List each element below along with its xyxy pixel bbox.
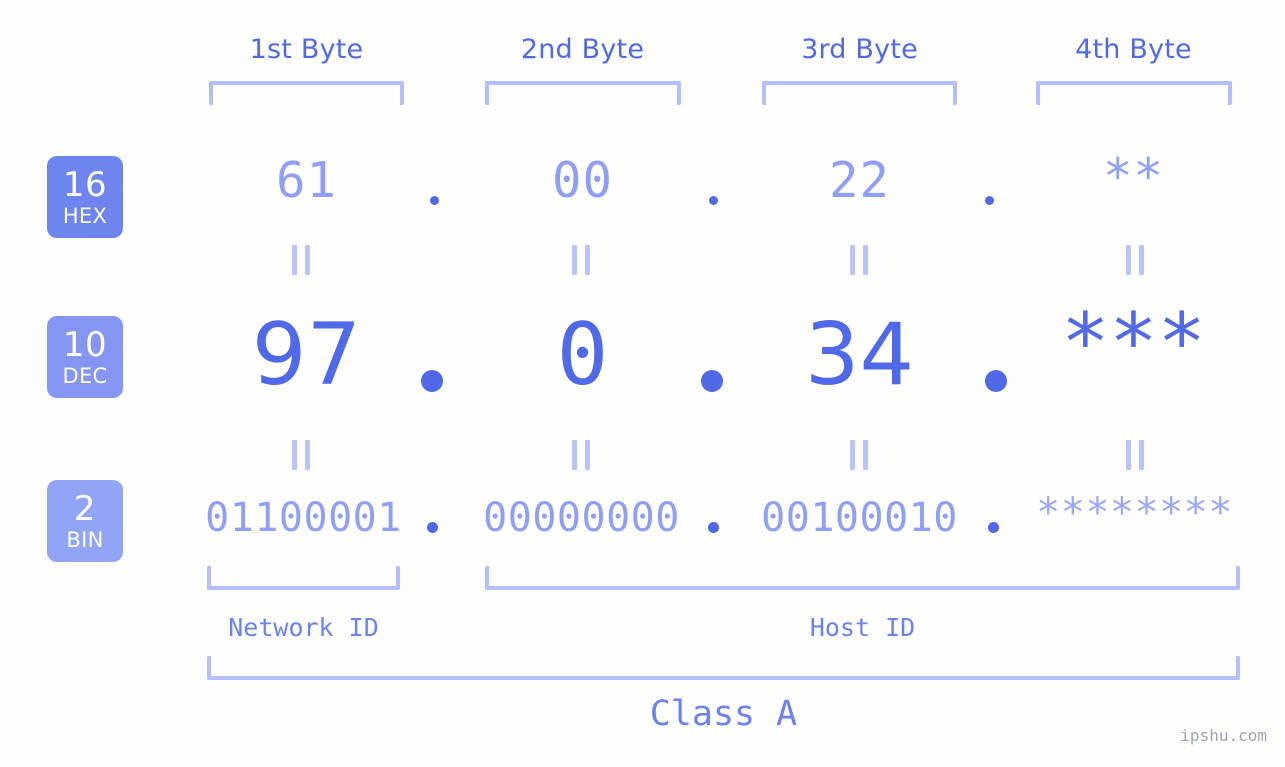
class-label: Class A xyxy=(649,694,798,734)
equivalence-mark-hex-dec-4 xyxy=(1126,245,1144,275)
byte-header-2: 2nd Byte xyxy=(520,34,645,65)
bin-byte-2: 00000000 xyxy=(483,495,680,541)
bin-separator-dot-2 xyxy=(708,522,719,533)
bin-separator-dot-1 xyxy=(427,522,438,533)
hex-byte-1: 61 xyxy=(275,152,337,209)
byte-header-4: 4th Byte xyxy=(1075,34,1192,65)
byte-bracket-4 xyxy=(1036,81,1232,105)
base-badge-dec-label: DEC xyxy=(62,363,108,388)
base-badge-bin-number: 2 xyxy=(73,488,97,529)
equivalence-mark-hex-dec-1 xyxy=(292,245,310,275)
hex-byte-4: ** xyxy=(1102,148,1164,205)
equivalence-mark-hex-dec-3 xyxy=(850,245,868,275)
equivalence-mark-dec-bin-2 xyxy=(572,440,590,470)
base-badge-hex-label: HEX xyxy=(62,203,108,228)
bin-byte-4: ******** xyxy=(1036,490,1233,536)
dec-separator-dot-3 xyxy=(985,370,1007,392)
byte-bracket-3 xyxy=(762,81,957,105)
hex-separator-dot-1 xyxy=(430,196,439,205)
dec-byte-2: 0 xyxy=(556,305,609,405)
hex-byte-3: 22 xyxy=(828,152,890,209)
base-badge-dec: 10 DEC xyxy=(47,316,123,398)
ip-address-breakdown-diagram: 1st Byte 2nd Byte 3rd Byte 4th Byte 16 H… xyxy=(0,0,1285,767)
dec-separator-dot-1 xyxy=(421,370,443,392)
hex-separator-dot-3 xyxy=(985,196,994,205)
equivalence-mark-hex-dec-2 xyxy=(572,245,590,275)
equivalence-mark-dec-bin-3 xyxy=(850,440,868,470)
dec-byte-3: 34 xyxy=(804,305,915,405)
hex-separator-dot-2 xyxy=(709,196,718,205)
base-badge-dec-number: 10 xyxy=(62,324,108,365)
byte-bracket-1 xyxy=(209,81,404,105)
class-bracket xyxy=(207,656,1240,680)
bin-byte-3: 00100010 xyxy=(761,495,958,541)
dec-separator-dot-2 xyxy=(701,370,723,392)
network-id-bracket xyxy=(207,566,400,590)
equivalence-mark-dec-bin-1 xyxy=(292,440,310,470)
host-id-label: Host ID xyxy=(809,613,916,642)
byte-header-1: 1st Byte xyxy=(249,34,364,65)
bin-separator-dot-3 xyxy=(988,522,999,533)
hex-byte-2: 00 xyxy=(551,152,613,209)
byte-bracket-2 xyxy=(485,81,681,105)
dec-byte-1: 97 xyxy=(251,305,362,405)
byte-header-3: 3rd Byte xyxy=(801,34,918,65)
bin-byte-1: 01100001 xyxy=(205,495,402,541)
base-badge-bin-label: BIN xyxy=(66,527,104,552)
base-badge-hex: 16 HEX xyxy=(47,156,123,238)
network-id-label: Network ID xyxy=(228,613,379,642)
site-watermark: ipshu.com xyxy=(1180,726,1267,745)
base-badge-hex-number: 16 xyxy=(62,164,108,205)
base-badge-bin: 2 BIN xyxy=(47,480,123,562)
dec-byte-4: *** xyxy=(1061,296,1206,389)
equivalence-mark-dec-bin-4 xyxy=(1126,440,1144,470)
host-id-bracket xyxy=(485,566,1240,590)
